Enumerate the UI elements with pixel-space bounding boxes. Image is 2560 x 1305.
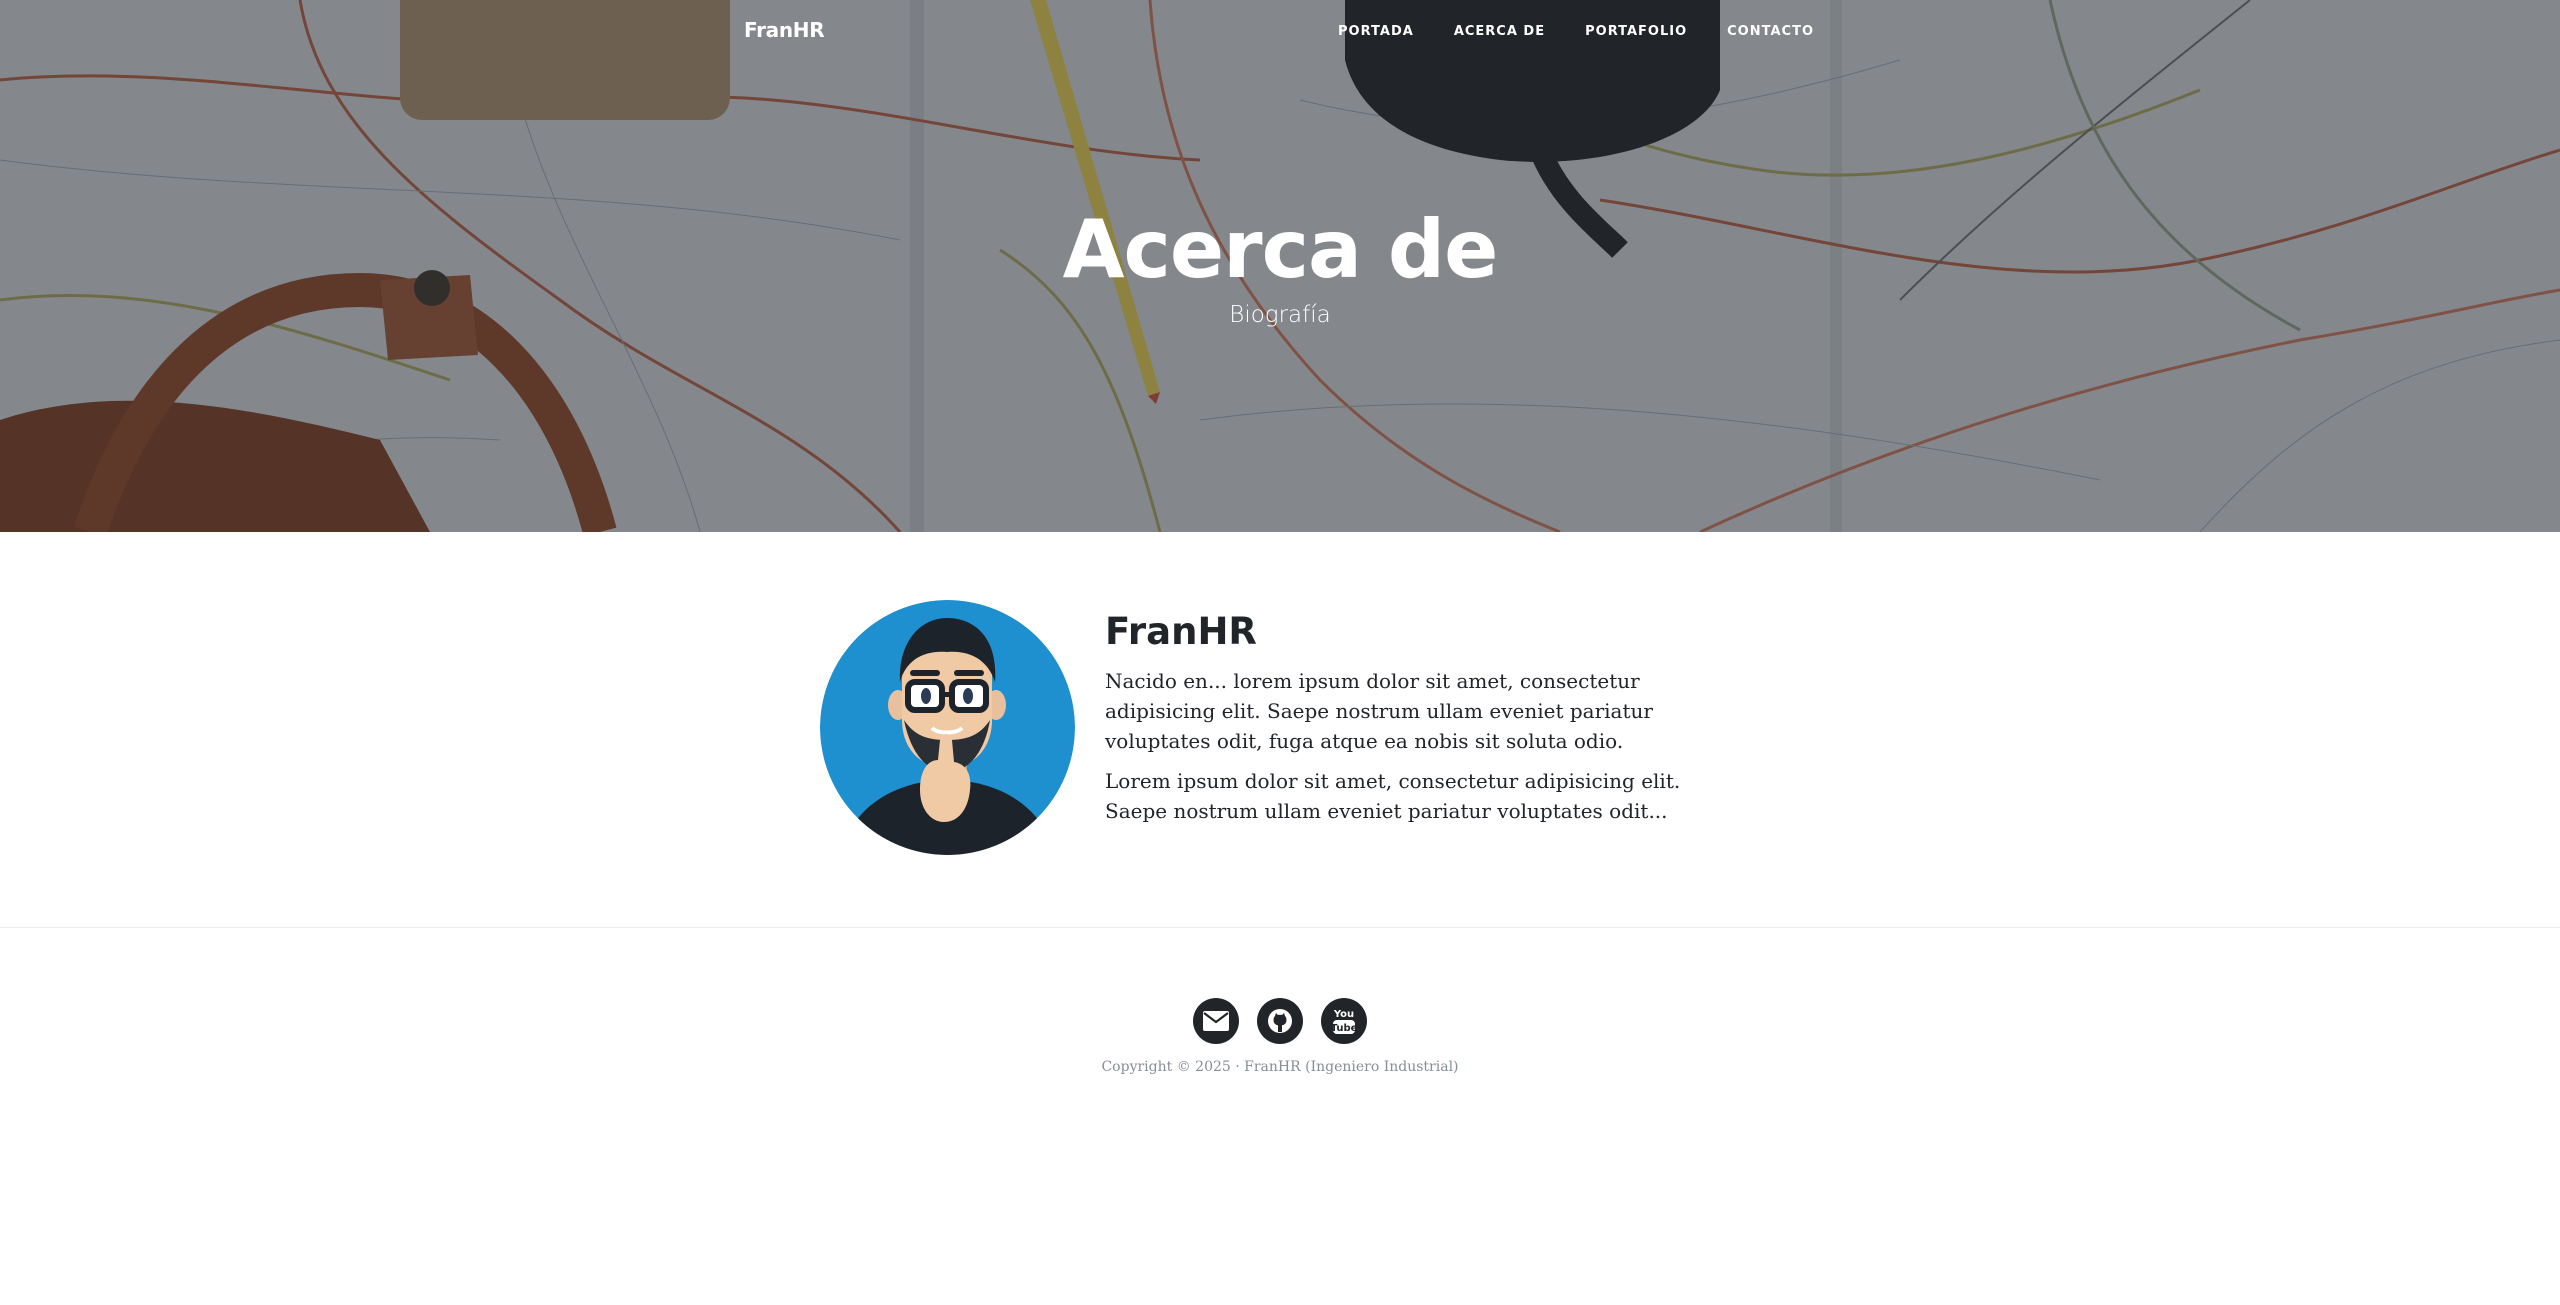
svg-text:You: You xyxy=(1333,1009,1354,1020)
nav-link-contacto[interactable]: CONTACTO xyxy=(1727,24,1814,39)
avatar xyxy=(820,600,1075,855)
about-text: FranHR Nacido en... lorem ipsum dolor si… xyxy=(1105,608,1745,836)
about-name-heading: FranHR xyxy=(1105,610,1257,653)
svg-text:Tube: Tube xyxy=(1332,1023,1356,1034)
about-paragraph-1: Nacido en... lorem ipsum dolor sit amet,… xyxy=(1105,669,1653,753)
nav-link-portafolio[interactable]: PORTAFOLIO xyxy=(1585,24,1687,39)
nav-link-portada[interactable]: PORTADA xyxy=(1338,24,1414,39)
page-subtitle: Biografía xyxy=(1229,302,1331,328)
nav-link-acerca-de[interactable]: ACERCA DE xyxy=(1454,24,1545,39)
youtube-icon: You Tube xyxy=(1332,1009,1356,1034)
youtube-link[interactable]: You Tube xyxy=(1321,998,1367,1044)
main-navbar: FranHR PORTADA ACERCA DE PORTAFOLIO CONT… xyxy=(0,0,2560,64)
envelope-icon xyxy=(1203,1011,1229,1031)
brand-logo-link[interactable]: FranHR xyxy=(744,18,825,42)
nav-links: PORTADA ACERCA DE PORTAFOLIO CONTACTO xyxy=(1298,24,1814,39)
copyright-text: Copyright © 2025 · FranHR (Ingeniero Ind… xyxy=(1101,1059,1459,1075)
github-icon xyxy=(1268,1009,1292,1033)
about-paragraph-2: Lorem ipsum dolor sit amet, consectetur … xyxy=(1105,769,1681,823)
social-links: You Tube xyxy=(0,998,2560,1044)
about-section: FranHR Nacido en... lorem ipsum dolor si… xyxy=(820,600,1740,860)
github-link[interactable] xyxy=(1257,998,1303,1044)
email-link[interactable] xyxy=(1193,998,1239,1044)
page-title: Acerca de xyxy=(1062,203,1499,296)
avatar-illustration xyxy=(820,600,1075,855)
page-header: FranHR PORTADA ACERCA DE PORTAFOLIO CONT… xyxy=(0,0,2560,532)
section-divider xyxy=(0,927,2560,928)
